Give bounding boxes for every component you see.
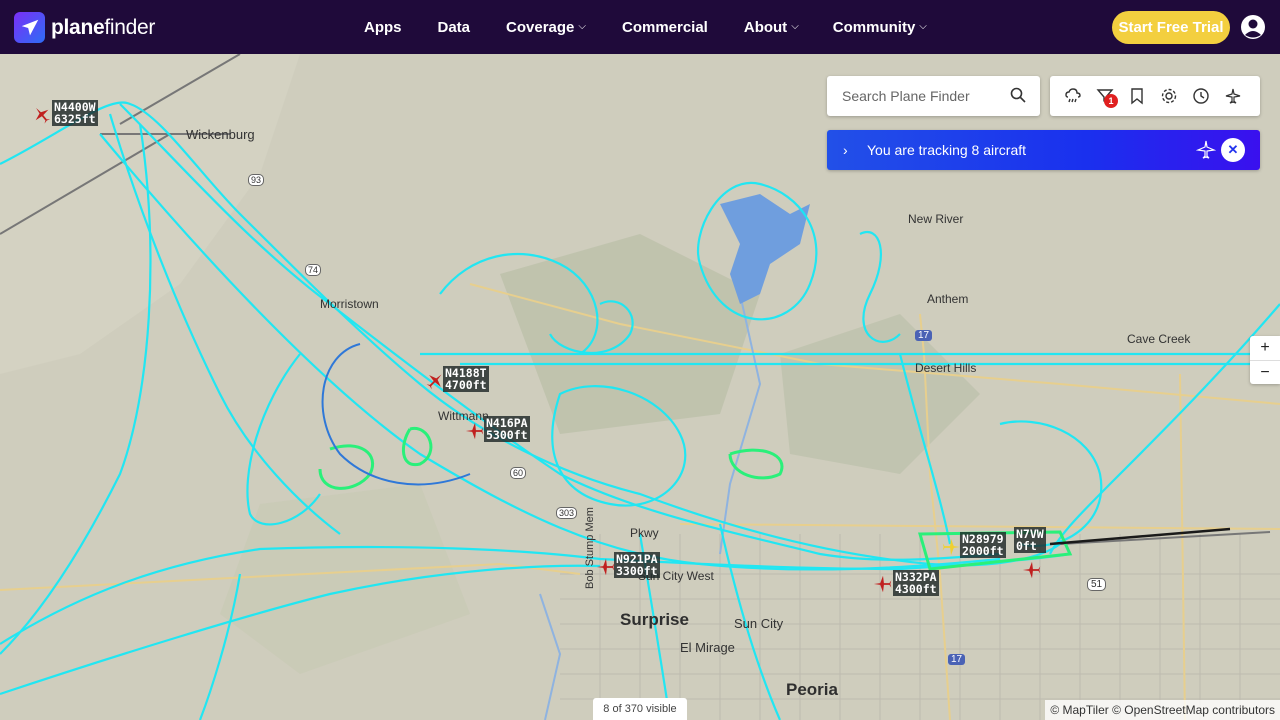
bookmark-icon[interactable] bbox=[1128, 87, 1146, 105]
aircraft-icon-selected[interactable] bbox=[940, 536, 962, 558]
planefinder-logo[interactable]: planefinder bbox=[14, 12, 155, 43]
aircraft-tag[interactable]: N4400W 6325ft bbox=[52, 100, 98, 126]
aircraft-icon[interactable] bbox=[1021, 559, 1043, 581]
place-morristown: Morristown bbox=[320, 297, 379, 311]
shield-60: 60 bbox=[510, 467, 527, 479]
nav-data[interactable]: Data bbox=[438, 19, 471, 36]
chevron-down-icon: ⌵ bbox=[919, 20, 927, 32]
tracking-text: You are tracking 8 aircraft bbox=[867, 142, 1027, 158]
place-anthem: Anthem bbox=[927, 292, 969, 306]
top-navbar: planefinder Apps Data Coverage ⌵ Commerci… bbox=[0, 0, 1280, 54]
aircraft-tag[interactable]: N332PA 4300ft bbox=[893, 570, 939, 596]
aircraft-tag[interactable]: N921PA 3300ft bbox=[614, 552, 660, 578]
start-free-trial-button[interactable]: Start Free Trial bbox=[1112, 11, 1230, 44]
map-attribution[interactable]: © MapTiler © OpenStreetMap contributors bbox=[1045, 700, 1280, 720]
chevron-down-icon: ⌵ bbox=[791, 20, 799, 32]
nav-commercial[interactable]: Commercial bbox=[622, 19, 708, 36]
nav-apps[interactable]: Apps bbox=[364, 19, 402, 36]
zoom-control: + − bbox=[1250, 336, 1280, 384]
nav-about[interactable]: About ⌵ bbox=[744, 19, 799, 36]
gear-icon[interactable] bbox=[1160, 87, 1178, 105]
place-el-mirage: El Mirage bbox=[680, 640, 735, 655]
shield-51: 51 bbox=[1087, 578, 1107, 591]
visible-aircraft-count: 8 of 370 visible bbox=[593, 698, 687, 720]
history-icon[interactable] bbox=[1192, 87, 1210, 105]
aircraft-tag[interactable]: N7VW 0ft bbox=[1014, 527, 1046, 553]
place-wickenburg: Wickenburg bbox=[186, 127, 255, 142]
search-icon[interactable] bbox=[1010, 87, 1026, 103]
aircraft-icon[interactable] bbox=[872, 573, 894, 595]
place-desert-hills: Desert Hills bbox=[915, 361, 977, 375]
nav-coverage[interactable]: Coverage ⌵ bbox=[506, 19, 586, 36]
aircraft-tag[interactable]: N28979 2000ft bbox=[960, 532, 1006, 558]
shield-93: 93 bbox=[248, 174, 265, 186]
logo-text-rest: finder bbox=[104, 15, 156, 39]
zoom-in-button[interactable]: + bbox=[1250, 336, 1280, 360]
shield-74: 74 bbox=[305, 264, 322, 276]
filter-count-badge: 1 bbox=[1104, 94, 1118, 108]
shield-i17: 17 bbox=[915, 330, 933, 341]
tracking-bar[interactable]: › You are tracking 8 aircraft ✕ bbox=[827, 130, 1260, 170]
search-input[interactable] bbox=[842, 88, 1012, 104]
place-new-river: New River bbox=[908, 212, 964, 226]
nav-community[interactable]: Community ⌵ bbox=[833, 19, 927, 36]
aircraft-icon[interactable] bbox=[31, 104, 53, 126]
aircraft-tag[interactable]: N4188T 4700ft bbox=[443, 366, 489, 392]
search-panel bbox=[827, 76, 1040, 116]
shield-303: 303 bbox=[556, 507, 578, 519]
logo-text-bold: plane bbox=[51, 15, 105, 39]
aircraft-icon[interactable] bbox=[464, 420, 486, 442]
zoom-out-button[interactable]: − bbox=[1250, 360, 1280, 384]
place-surprise: Surprise bbox=[620, 610, 689, 629]
layers-plane-icon[interactable] bbox=[1224, 87, 1242, 105]
shield-i17-south: 17 bbox=[948, 654, 966, 665]
place-sun-city: Sun City bbox=[734, 616, 784, 631]
chevron-down-icon: ⌵ bbox=[578, 20, 586, 32]
nav-links: Apps Data Coverage ⌵ Commercial About ⌵ Co… bbox=[364, 0, 927, 54]
place-cave-creek: Cave Creek bbox=[1127, 332, 1191, 346]
close-icon[interactable]: ✕ bbox=[1221, 138, 1245, 162]
place-pkwy: Pkwy bbox=[630, 526, 659, 540]
user-account-icon[interactable] bbox=[1240, 14, 1266, 40]
filter-button[interactable]: 1 bbox=[1096, 87, 1118, 108]
logo-plane-icon bbox=[14, 12, 45, 43]
place-peoria: Peoria bbox=[786, 680, 838, 699]
plane-icon[interactable] bbox=[1196, 140, 1216, 160]
weather-icon[interactable] bbox=[1064, 87, 1082, 105]
aircraft-tag[interactable]: N416PA 5300ft bbox=[484, 416, 530, 442]
map-toolbar: 1 bbox=[1050, 76, 1260, 116]
chevron-right-icon[interactable]: › bbox=[843, 142, 857, 158]
